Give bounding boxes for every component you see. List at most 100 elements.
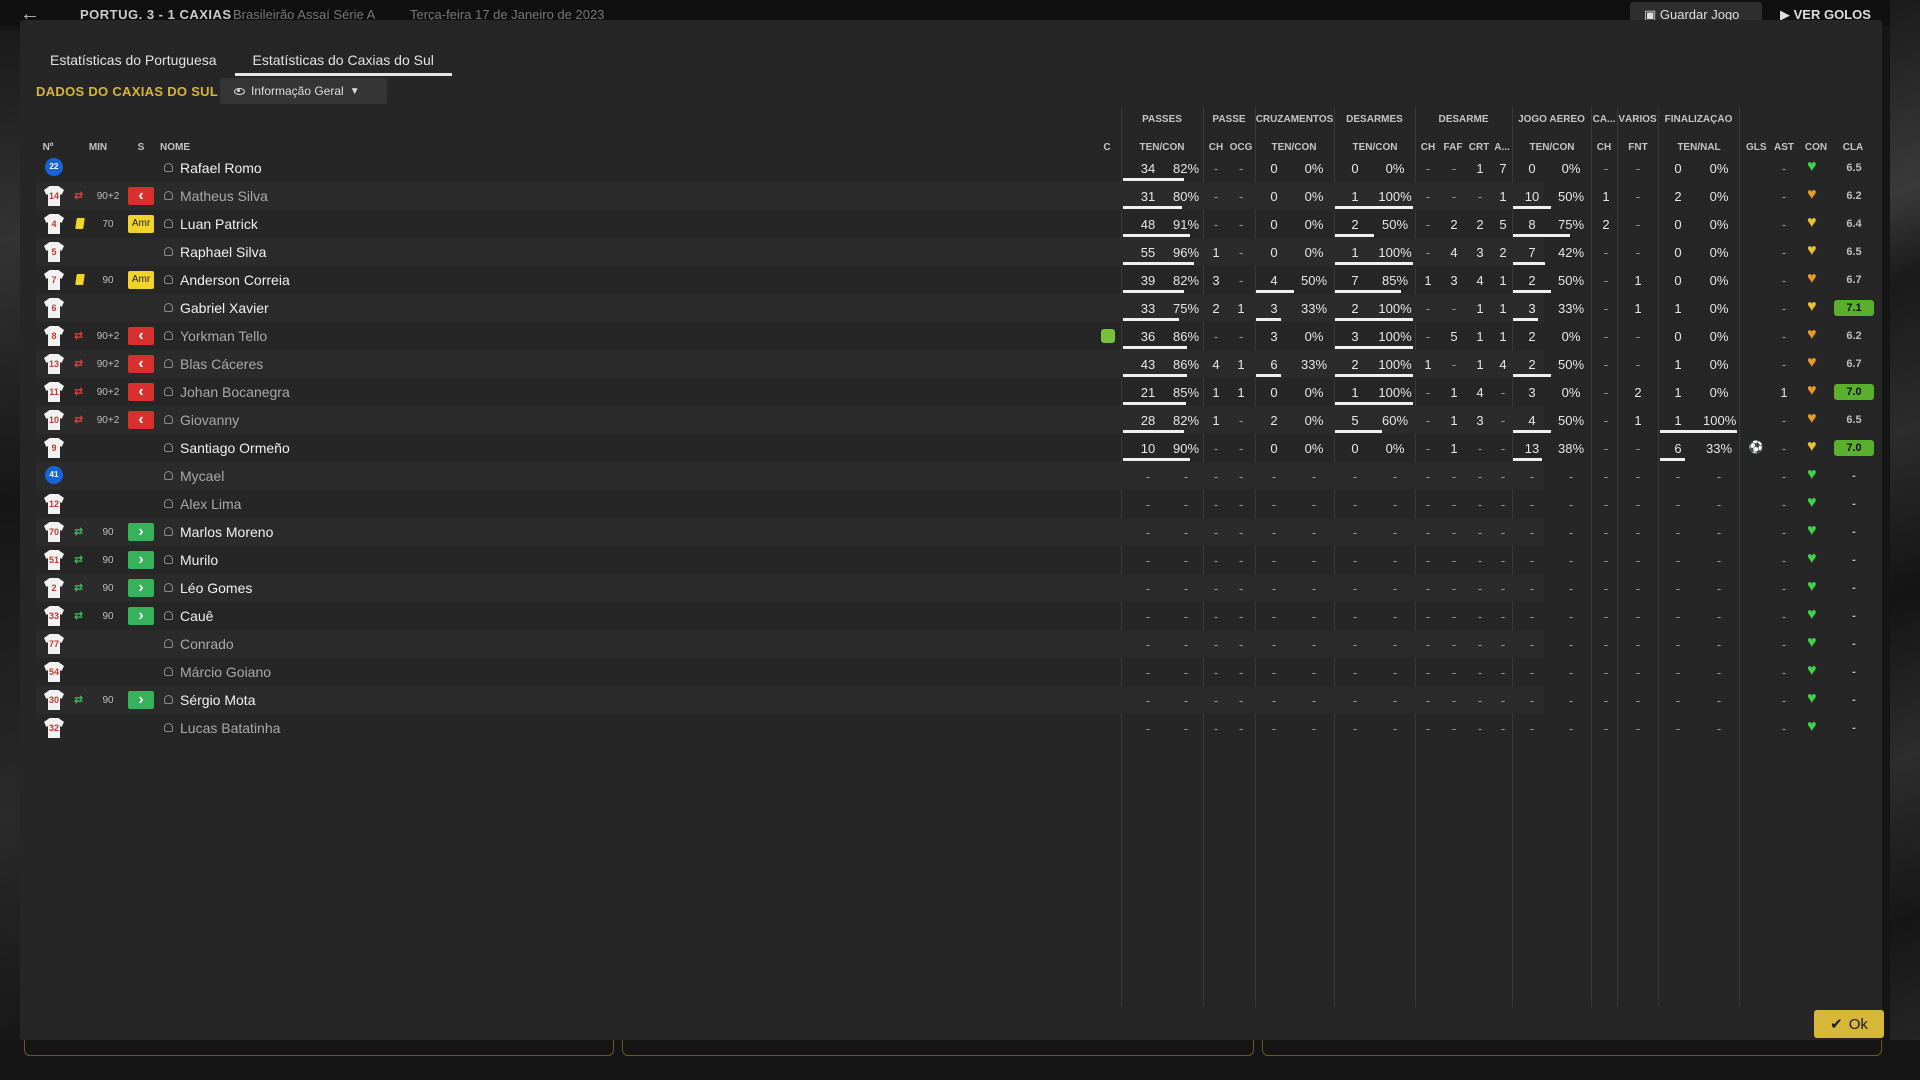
stat-fn1: - (1675, 525, 1681, 540)
stat-fnt: - (1635, 693, 1641, 708)
player-name[interactable]: Mycael (180, 468, 224, 484)
column-header-des_crt[interactable]: CRT (1467, 142, 1491, 153)
player-name[interactable]: Santiago Ormeño (180, 440, 290, 456)
player-name[interactable]: Raphael Silva (180, 244, 266, 260)
minutes-played: 90 (102, 583, 114, 594)
stat-cr1: - (1271, 497, 1277, 512)
stat-p2: 75% (1172, 301, 1200, 316)
sub-off-icon: ⇄ (74, 414, 84, 426)
person-icon (164, 443, 173, 452)
stat-ocg: - (1238, 217, 1244, 232)
column-header-cla[interactable]: CLA (1838, 142, 1868, 153)
stat-ast: - (1781, 581, 1787, 596)
player-name[interactable]: Marlos Moreno (180, 524, 273, 540)
stat-faf: 5 (1450, 329, 1458, 344)
player-rating: 6.7 (1846, 274, 1862, 286)
player-name[interactable]: Léo Gomes (180, 580, 252, 596)
stat-p2: 96% (1172, 245, 1200, 260)
stat-fnt: - (1635, 721, 1641, 736)
player-name[interactable]: Rafael Romo (180, 160, 262, 176)
player-name[interactable]: Gabriel Xavier (180, 300, 269, 316)
player-name[interactable]: Lucas Batatinha (180, 720, 280, 736)
player-name[interactable]: Giovanny (180, 412, 239, 428)
stat-cr2: - (1311, 525, 1317, 540)
column-header-air_tc[interactable]: TEN/CON (1516, 142, 1588, 153)
column-header-pass_ch[interactable]: CH (1206, 142, 1226, 153)
column-header-min[interactable]: MIN (84, 142, 112, 153)
stat-ch: 4 (1212, 357, 1220, 372)
column-header-cross_tc[interactable]: TEN/CON (1258, 142, 1330, 153)
player-rating: 6.5 (1846, 162, 1862, 174)
tab-caxias-do-sul[interactable]: Estatísticas do Caxias do Sul (234, 44, 452, 76)
background-left (0, 30, 20, 1080)
player-name[interactable]: Matheus Silva (180, 188, 268, 204)
condition-heart-icon: ♥ (1807, 718, 1817, 735)
player-name[interactable]: Alex Lima (180, 496, 241, 512)
minutes-played: 90+2 (96, 359, 120, 370)
background-card (24, 1040, 614, 1056)
player-name[interactable]: Yorkman Tello (180, 328, 267, 344)
column-header-des_ch[interactable]: CH (1418, 142, 1438, 153)
stat-faf: 1 (1450, 413, 1458, 428)
column-header-des_a[interactable]: A... (1492, 142, 1512, 153)
column-header-pass_tc[interactable]: TEN/CON (1125, 142, 1199, 153)
column-header-gls[interactable]: GLS (1746, 142, 1767, 153)
player-name[interactable]: Márcio Goiano (180, 664, 271, 680)
stat-dch: - (1425, 441, 1431, 456)
column-header-des_faf[interactable]: FAF (1441, 142, 1465, 153)
column-divider (1617, 108, 1618, 1006)
stat-ar1: - (1529, 721, 1535, 736)
stat-fn1: - (1675, 609, 1681, 624)
ok-button[interactable]: ✔ Ok (1814, 1010, 1884, 1038)
condition-heart-icon: ♥ (1807, 214, 1817, 231)
player-name[interactable]: Sérgio Mota (180, 692, 255, 708)
view-select[interactable]: Informação Geral ▼ (220, 78, 387, 104)
column-header-var_fnt[interactable]: FNT (1620, 142, 1656, 153)
condition-heart-icon: ♥ (1807, 634, 1817, 651)
person-icon (164, 191, 173, 200)
person-icon (164, 583, 173, 592)
column-header-c[interactable]: C (1100, 142, 1114, 153)
column-header-tack_tc[interactable]: TEN/CON (1338, 142, 1412, 153)
stat-p2: - (1183, 665, 1189, 680)
player-rating: 7.0 (1834, 384, 1874, 400)
column-header-fin_tn[interactable]: TEN/NAL (1662, 142, 1736, 153)
stat-cr2: - (1311, 609, 1317, 624)
stat-bar-ds (1335, 346, 1413, 349)
column-header-con[interactable]: CON (1804, 142, 1828, 153)
sub-on-icon: ⇄ (74, 582, 84, 594)
stat-fn1: 0 (1674, 329, 1682, 344)
player-name[interactable]: Anderson Correia (180, 272, 290, 288)
substituted-on-badge: › (128, 691, 154, 709)
stat-dch: 1 (1424, 357, 1432, 372)
column-header-no[interactable]: Nº (38, 142, 58, 153)
condition-heart-icon: ♥ (1807, 550, 1817, 567)
stat-bar-p (1123, 262, 1194, 265)
column-header-ca_ch[interactable]: CH (1594, 142, 1614, 153)
player-name[interactable]: Johan Bocanegra (180, 384, 290, 400)
stat-ar1: 2 (1528, 329, 1536, 344)
stat-dch: - (1425, 469, 1431, 484)
player-name[interactable]: Murilo (180, 552, 218, 568)
stat-bar-ds (1335, 234, 1374, 237)
stat-cach: - (1603, 329, 1609, 344)
stat-ds1: - (1352, 665, 1358, 680)
player-name[interactable]: Luan Patrick (180, 216, 258, 232)
stat-crt: - (1477, 525, 1483, 540)
stat-ds1: - (1352, 553, 1358, 568)
stat-cr2: - (1311, 469, 1317, 484)
player-name[interactable]: Cauê (180, 608, 213, 624)
column-header-pass_ocg[interactable]: OCG (1228, 142, 1254, 153)
stat-p2: - (1183, 609, 1189, 624)
condition-heart-icon: ♥ (1807, 578, 1817, 595)
stat-p1: - (1145, 693, 1151, 708)
tab-portuguesa[interactable]: Estatísticas do Portuguesa (32, 44, 235, 76)
condition-icon (1101, 329, 1115, 343)
player-name[interactable]: Conrado (180, 636, 234, 652)
column-header-s[interactable]: S (134, 142, 148, 153)
player-name[interactable]: Blas Cáceres (180, 356, 263, 372)
column-header-ast[interactable]: AST (1774, 142, 1794, 153)
column-header-name[interactable]: NOME (160, 142, 220, 153)
stat-dch: - (1425, 581, 1431, 596)
stat-p1: - (1145, 581, 1151, 596)
